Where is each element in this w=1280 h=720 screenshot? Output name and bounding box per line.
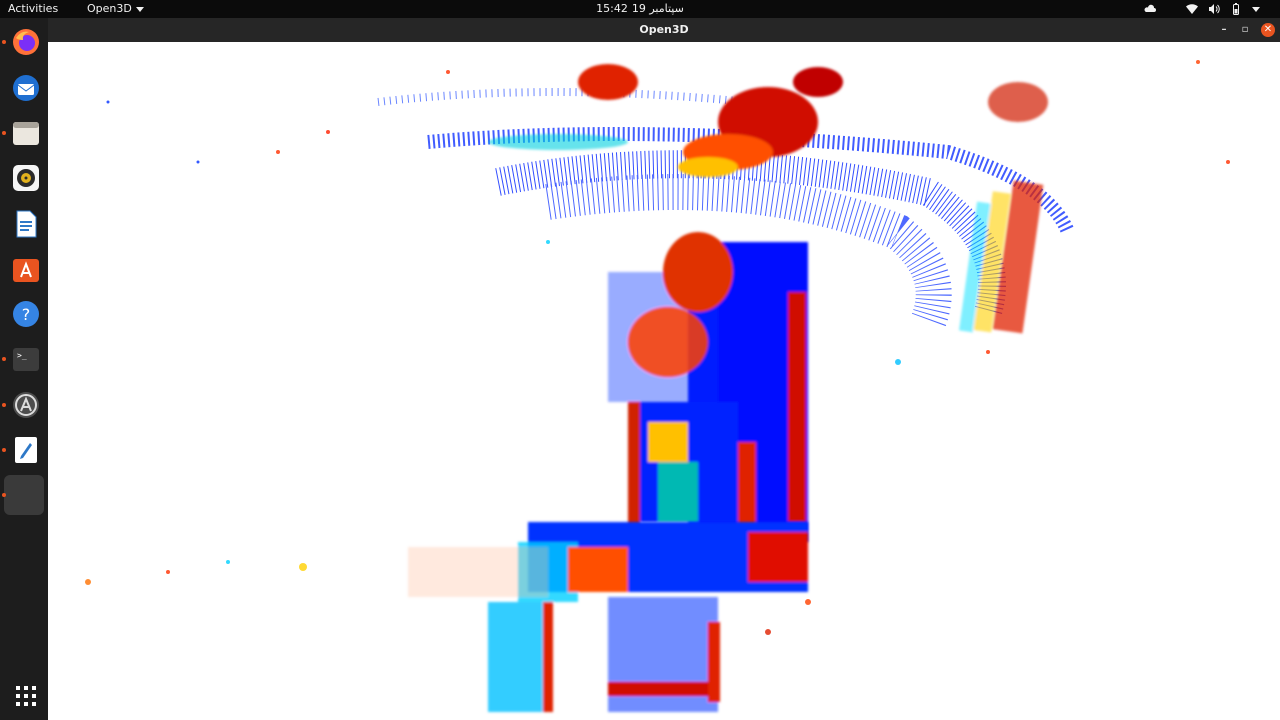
running-indicator [2,40,6,44]
dock-item-text-editor[interactable] [4,430,44,470]
svg-text:?: ? [22,305,31,324]
3d-viewport[interactable] [48,42,1280,720]
clock-date: سپتامبر 19 [631,2,684,15]
dock-item-terminal[interactable]: >_ [4,339,44,379]
point-cloud [85,60,1230,712]
cloud-icon [1144,4,1156,12]
dock-item-writer[interactable] [4,204,44,244]
point-cloud-center-structure [608,232,808,542]
wifi-icon [1186,4,1198,14]
dock-item-ubuntu-software[interactable] [4,249,44,289]
dock-item-open3d[interactable] [4,475,44,515]
dock-item-software-updater[interactable] [4,385,44,425]
app-grid-icon [16,686,36,706]
system-menu-chevron-icon [1252,6,1260,12]
running-indicator [2,403,6,407]
dock: ? >_ [0,18,48,720]
updater-icon [13,392,39,418]
speaker-icon [13,165,39,191]
point-cloud-right-wall [959,180,1044,334]
dock-item-rhythmbox[interactable] [4,158,44,198]
window-title: Open3D [639,23,689,36]
svg-text:>_: >_ [17,351,27,360]
document-icon [16,210,37,238]
maximize-button[interactable]: ▫ [1238,23,1252,37]
dock-item-files[interactable] [4,113,44,153]
system-tray[interactable] [1144,3,1260,15]
clock[interactable]: 15:42 سپتامبر 19 [0,2,1280,15]
close-button[interactable]: ✕ [1261,23,1275,37]
top-bar: Activities Open3D 15:42 سپتامبر 19 [0,0,1280,18]
terminal-icon: >_ [13,348,39,371]
help-icon: ? [13,301,39,327]
clock-time: 15:42 [596,2,628,15]
dock-item-thunderbird[interactable] [4,68,44,108]
point-cloud-lower-platform [408,522,808,712]
folder-icon [13,122,39,145]
mail-icon [13,75,39,101]
firefox-icon [13,29,39,55]
running-indicator [2,131,6,135]
show-applications-button[interactable] [4,676,44,716]
running-indicator [2,357,6,361]
blank-app-icon [12,481,40,509]
running-indicator [2,493,6,497]
battery-icon [1233,3,1239,15]
running-indicator [2,448,6,452]
dock-item-firefox[interactable] [4,22,44,62]
software-store-icon [13,259,39,282]
window-titlebar[interactable]: Open3D – ▫ ✕ [48,18,1280,42]
text-editor-icon [15,437,37,463]
minimize-button[interactable]: – [1217,23,1231,37]
volume-icon [1209,4,1220,14]
dock-item-help[interactable]: ? [4,294,44,334]
